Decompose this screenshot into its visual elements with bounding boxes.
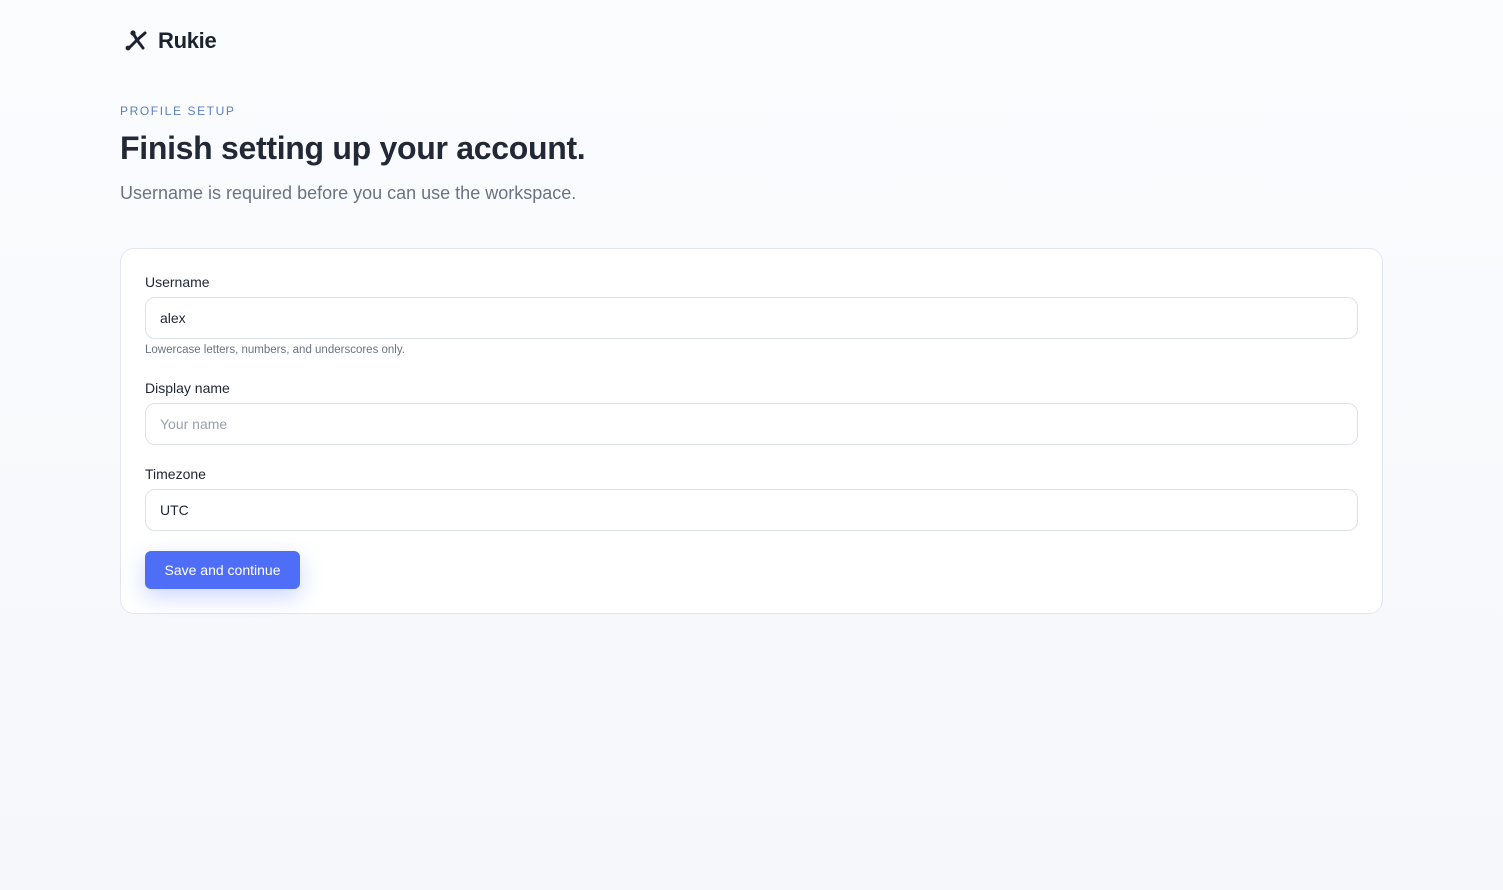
page-subtitle: Username is required before you can use … xyxy=(120,183,577,203)
username-hint: Lowercase letters, numbers, and undersco… xyxy=(145,344,405,356)
display-name-label: Display name xyxy=(145,380,230,396)
save-and-continue-button[interactable]: Save and continue xyxy=(145,551,300,589)
profile-setup-form: Username Lowercase letters, numbers, and… xyxy=(120,248,1383,614)
username-input[interactable] xyxy=(145,297,1358,339)
brand[interactable]: Rukie xyxy=(124,28,217,54)
display-name-input[interactable] xyxy=(145,403,1358,445)
rukie-logo-icon xyxy=(124,28,150,54)
username-label: Username xyxy=(145,274,210,290)
brand-name: Rukie xyxy=(158,28,217,53)
timezone-input[interactable] xyxy=(145,489,1358,531)
page-title: Finish setting up your account. xyxy=(120,130,586,166)
section-eyebrow: PROFILE SETUP xyxy=(120,104,236,118)
timezone-label: Timezone xyxy=(145,466,206,482)
